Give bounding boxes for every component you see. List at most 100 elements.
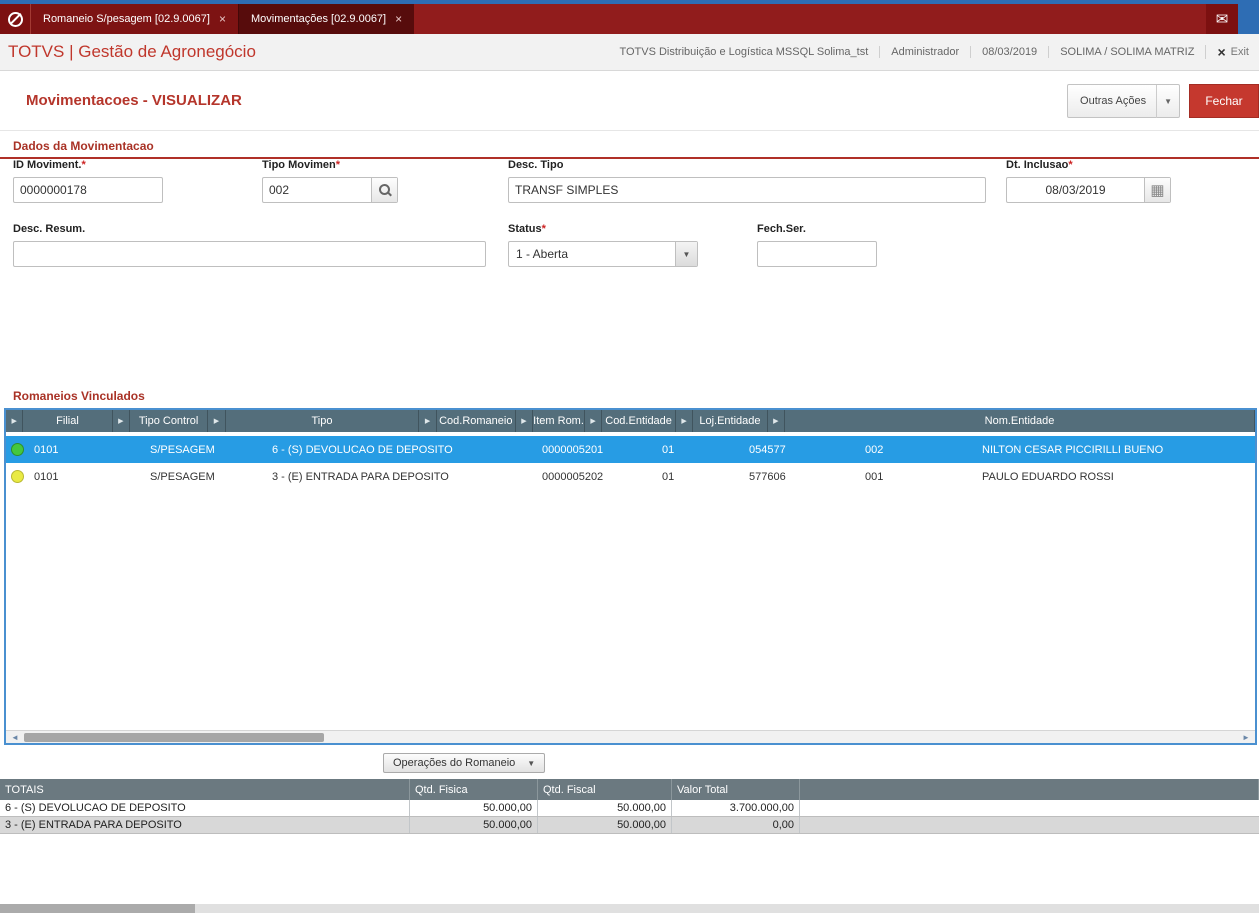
totals-qtd-fiscal: 50.000,00 <box>538 800 672 816</box>
chevron-down-icon[interactable]: ▼ <box>675 242 697 266</box>
cell-tipo-control: S/PESAGEM <box>150 443 215 456</box>
field-tipo-movimen: Tipo Movimen* <box>262 159 398 203</box>
app-header: TOTVS | Gestão de Agronegócio TOTVS Dist… <box>0 34 1259 71</box>
close-page-button[interactable]: Fechar <box>1189 84 1259 118</box>
cell-tipo: 3 - (E) ENTRADA PARA DEPOSITO <box>272 470 449 483</box>
column-arrow-icon: ▶ <box>419 410 437 432</box>
cell-cod-entidade: 054577 <box>749 443 786 456</box>
cell-loj-entidade: 002 <box>865 443 884 456</box>
dt-inclusao-input[interactable] <box>1007 178 1144 202</box>
app-menu-button[interactable] <box>0 4 30 34</box>
field-desc-tipo: Desc. Tipo <box>508 159 986 203</box>
page-title: Movimentacoes - VISUALIZAR <box>26 92 242 109</box>
table-row[interactable]: 0101 S/PESAGEM 3 - (E) ENTRADA PARA DEPO… <box>6 463 1255 490</box>
totals-header: TOTAIS Qtd. Fisica Qtd. Fiscal Valor Tot… <box>0 779 1259 800</box>
field-label: Dt. Inclusao* <box>1006 159 1073 171</box>
totals-row: 3 - (E) ENTRADA PARA DEPOSITO 50.000,00 … <box>0 817 1259 834</box>
field-id-moviment: ID Moviment.* <box>13 159 163 203</box>
fech-ser-input[interactable] <box>758 242 876 266</box>
grid-horizontal-scrollbar[interactable]: ◄ ► <box>6 730 1255 743</box>
totals-header-filler <box>800 779 1259 800</box>
page-header: Movimentacoes - VISUALIZAR Outras Ações … <box>0 71 1259 131</box>
cell-loj-entidade: 001 <box>865 470 884 483</box>
cell-tipo-control: S/PESAGEM <box>150 470 215 483</box>
totals-header-valor-total: Valor Total <box>672 779 800 800</box>
column-arrow-icon: ▶ <box>6 410 24 432</box>
id-moviment-input[interactable] <box>14 178 162 202</box>
field-label: Desc. Tipo <box>508 159 564 171</box>
scroll-right-icon[interactable]: ► <box>1239 731 1253 743</box>
desc-resum-input[interactable] <box>14 242 485 266</box>
field-label: Desc. Resum. <box>13 223 86 235</box>
column-header-tipo-control[interactable]: Tipo Control <box>130 410 209 432</box>
tab-label: Romaneio S/pesagem [02.9.0067] <box>43 13 210 25</box>
tab-label: Movimentações [02.9.0067] <box>250 13 387 25</box>
totals-header-totais: TOTAIS <box>0 779 410 800</box>
exit-button[interactable]: × Exit <box>1205 45 1253 59</box>
topbar-blue-corner <box>1238 4 1259 34</box>
totals-row-filler <box>800 800 1259 816</box>
field-label: ID Moviment.* <box>13 159 86 171</box>
field-label: Status* <box>508 223 546 235</box>
totals-valor-total: 0,00 <box>672 817 800 833</box>
totals-row-label: 6 - (S) DEVOLUCAO DE DEPOSITO <box>0 800 410 816</box>
app-brand: TOTVS | Gestão de Agronegócio <box>8 42 256 61</box>
operacoes-romaneio-button[interactable]: Operações do Romaneio ▼ <box>383 753 546 773</box>
cell-cod-romaneio: 0000005202 <box>542 470 604 483</box>
lookup-button[interactable] <box>371 178 397 202</box>
browser-tab-bar: Romaneio S/pesagem [02.9.0067] × Movimen… <box>0 4 1259 34</box>
field-status: Status* 1 - Aberta ▼ <box>508 223 698 267</box>
column-header-cod-romaneio[interactable]: Cod.Romaneio <box>437 410 516 432</box>
page-horizontal-scrollbar[interactable] <box>0 904 1259 913</box>
cell-nom-entidade: NILTON CESAR PICCIRILLI BUENO <box>982 443 1164 456</box>
tipo-movimen-input[interactable] <box>263 178 371 202</box>
field-fech-ser: Fech.Ser. <box>757 223 877 267</box>
romaneios-grid: ▶ Filial ▶ Tipo Control ▶ Tipo ▶ Cod.Rom… <box>4 408 1257 745</box>
status-yellow-icon <box>10 470 24 483</box>
close-icon: × <box>1217 44 1226 60</box>
prohibition-icon <box>7 11 23 27</box>
environment-label: TOTVS Distribuição e Logística MSSQL Sol… <box>619 46 869 58</box>
desc-tipo-input[interactable] <box>509 178 985 202</box>
movimentacao-form: ID Moviment.* Tipo Movimen* Desc. Tipo D… <box>0 159 1259 297</box>
exit-label: Exit <box>1230 46 1249 58</box>
other-actions-button[interactable]: Outras Ações ▼ <box>1067 84 1180 118</box>
cell-filial: 0101 <box>34 443 59 456</box>
operacoes-romaneio-label: Operações do Romaneio <box>393 757 516 769</box>
column-header-loj-entidade[interactable]: Loj.Entidade <box>693 410 768 432</box>
scroll-left-icon[interactable]: ◄ <box>8 731 22 743</box>
column-arrow-icon: ▶ <box>768 410 786 432</box>
totals-header-qtd-fiscal: Qtd. Fiscal <box>538 779 672 800</box>
column-header-nom-entidade[interactable]: Nom.Entidade <box>785 410 1255 432</box>
field-label: Fech.Ser. <box>757 223 806 235</box>
mail-button[interactable]: ✉ <box>1206 4 1238 34</box>
column-header-item-rom[interactable]: Item Rom. <box>533 410 585 432</box>
tab-movimentacoes[interactable]: Movimentações [02.9.0067] × <box>237 4 415 34</box>
close-icon[interactable]: × <box>395 12 402 26</box>
column-header-cod-entidade[interactable]: Cod.Entidade <box>602 410 676 432</box>
calendar-button[interactable]: ▦ <box>1144 178 1170 202</box>
cell-filial: 0101 <box>34 470 59 483</box>
close-icon[interactable]: × <box>219 12 226 26</box>
field-dt-inclusao: Dt. Inclusao* ▦ <box>1006 159 1171 203</box>
tab-romaneio-spesagem[interactable]: Romaneio S/pesagem [02.9.0067] × <box>30 4 238 34</box>
section-title-dados: Dados da Movimentacao <box>13 139 154 153</box>
totals-row-filler <box>800 817 1259 833</box>
totals-header-qtd-fisica: Qtd. Fisica <box>410 779 538 800</box>
scrollbar-thumb[interactable] <box>0 904 195 913</box>
grid-header: ▶ Filial ▶ Tipo Control ▶ Tipo ▶ Cod.Rom… <box>6 410 1255 432</box>
status-select[interactable]: 1 - Aberta ▼ <box>508 241 698 267</box>
column-header-tipo[interactable]: Tipo <box>226 410 420 432</box>
totals-row: 6 - (S) DEVOLUCAO DE DEPOSITO 50.000,00 … <box>0 800 1259 817</box>
cell-cod-entidade: 577606 <box>749 470 786 483</box>
status-value: 1 - Aberta <box>516 247 569 261</box>
totals-valor-total: 3.700.000,00 <box>672 800 800 816</box>
column-header-filial[interactable]: Filial <box>23 410 113 432</box>
scrollbar-thumb[interactable] <box>24 733 324 742</box>
column-arrow-icon: ▶ <box>113 410 130 432</box>
column-arrow-icon: ▶ <box>208 410 226 432</box>
row-status-cell <box>6 470 28 483</box>
table-row[interactable]: 0101 S/PESAGEM 6 - (S) DEVOLUCAO DE DEPO… <box>6 436 1255 463</box>
mail-icon: ✉ <box>1215 11 1229 28</box>
